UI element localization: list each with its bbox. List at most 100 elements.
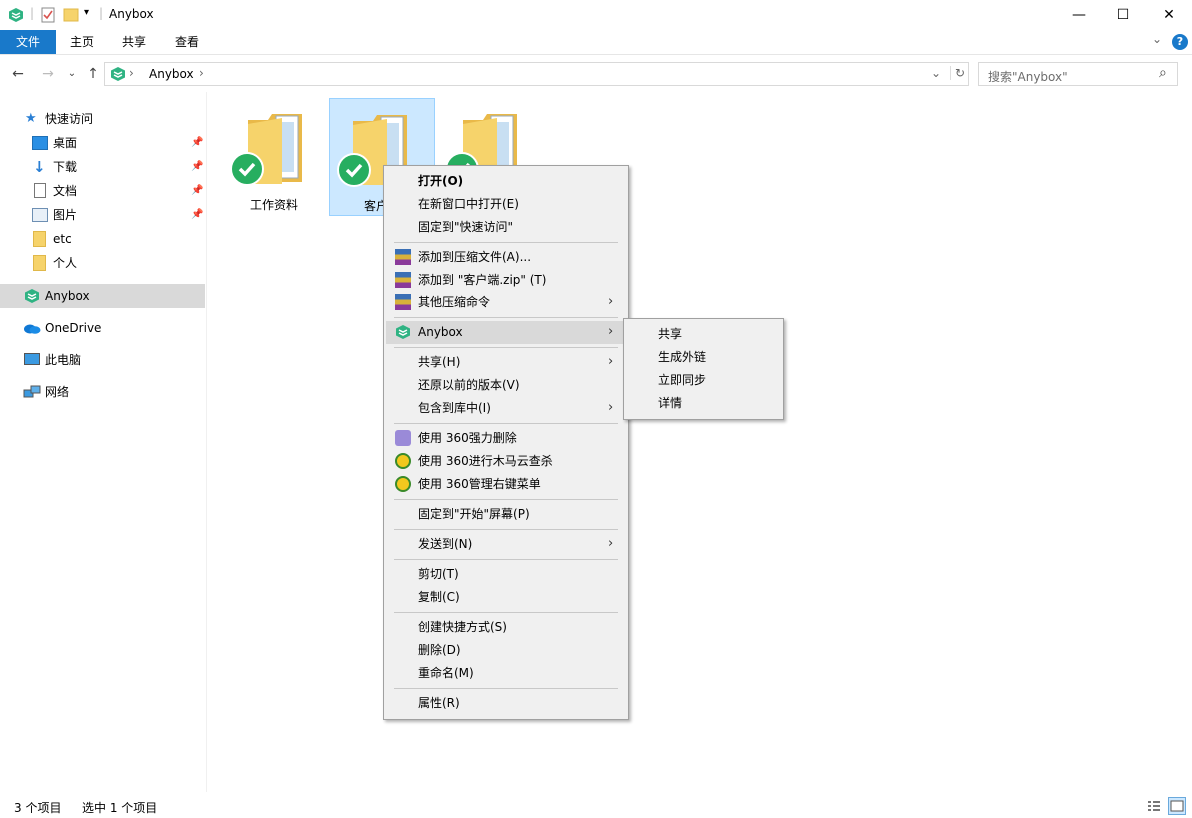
menu-item-label: 复制(C) xyxy=(418,590,460,604)
menu-item-anybox[interactable]: Anybox › xyxy=(386,321,626,344)
sidebar-item-label: OneDrive xyxy=(45,321,102,335)
breadcrumb-chevron-icon[interactable]: › xyxy=(199,66,204,80)
ribbon-expand-icon[interactable]: ⌄ xyxy=(1152,32,1162,46)
properties-quick-icon[interactable] xyxy=(40,6,56,23)
menu-separator xyxy=(394,423,618,424)
menu-separator xyxy=(394,529,618,530)
menu-item-add-to-zip[interactable]: 添加到 "客户端.zip" (T) xyxy=(386,269,626,291)
search-box[interactable]: 搜索"Anybox" ⌕ xyxy=(978,62,1178,86)
menu-separator xyxy=(394,242,618,243)
anybox-app-icon xyxy=(9,8,23,22)
menu-item-label: 固定到"开始"屏幕(P) xyxy=(418,507,530,521)
file-name[interactable]: 工作资料 xyxy=(222,196,326,213)
menu-item-label: 添加到 "客户端.zip" (T) xyxy=(418,273,547,287)
menu-item-add-archive[interactable]: 添加到压缩文件(A)... xyxy=(386,246,626,268)
anybox-icon xyxy=(25,289,39,303)
menu-item-360-delete[interactable]: 使用 360强力删除 xyxy=(386,427,626,449)
context-menu: 打开(O) 在新窗口中打开(E) 固定到"快速访问" 添加到压缩文件(A)...… xyxy=(383,165,629,720)
sidebar-item-onedrive[interactable]: OneDrive xyxy=(0,316,205,340)
menu-item-label: 创建快捷方式(S) xyxy=(418,620,507,634)
anybox-icon xyxy=(111,67,125,81)
navigation-pane: ★ 快速访问 桌面 📌 ↓ 下载 📌 文档 📌 图片 📌 etc 个人 Anyb… xyxy=(0,92,207,792)
qat-dropdown-icon[interactable]: ▾ xyxy=(84,7,89,18)
submenu-item-share[interactable]: 共享 xyxy=(626,323,781,345)
menu-separator xyxy=(394,559,618,560)
menu-item-restore-versions[interactable]: 还原以前的版本(V) xyxy=(386,374,626,396)
selection-count: 选中 1 个项目 xyxy=(82,801,158,815)
up-button[interactable]: ↑ xyxy=(83,64,103,84)
menu-item-cut[interactable]: 剪切(T) xyxy=(386,563,626,585)
menu-item-360-scan[interactable]: 使用 360进行木马云查杀 xyxy=(386,450,626,472)
tab-home[interactable]: 主页 xyxy=(60,30,104,54)
refresh-icon[interactable]: ↻ xyxy=(950,66,965,80)
sidebar-item-desktop[interactable]: 桌面 📌 xyxy=(0,131,205,155)
breadcrumb-chevron-icon[interactable]: › xyxy=(129,66,134,80)
menu-item-create-shortcut[interactable]: 创建快捷方式(S) xyxy=(386,616,626,638)
winrar-icon xyxy=(395,294,411,310)
recent-locations-button[interactable]: ⌄ xyxy=(62,64,82,84)
sidebar-item-documents[interactable]: 文档 📌 xyxy=(0,179,205,203)
sidebar-item-network[interactable]: 网络 xyxy=(0,380,205,404)
desktop-icon xyxy=(32,136,48,150)
menu-item-label: 生成外链 xyxy=(658,350,707,364)
sidebar-item-label: 文档 xyxy=(53,184,78,198)
address-bar[interactable]: › Anybox › ⌄ ↻ xyxy=(104,62,969,86)
sidebar-item-label: etc xyxy=(53,232,72,246)
new-folder-quick-icon[interactable] xyxy=(63,6,79,23)
close-button[interactable]: ✕ xyxy=(1146,0,1192,30)
sidebar-item-etc[interactable]: etc xyxy=(0,227,205,251)
menu-item-pin-start[interactable]: 固定到"开始"屏幕(P) xyxy=(386,503,626,525)
large-icons-view-icon[interactable] xyxy=(1168,797,1186,815)
menu-item-label: 其他压缩命令 xyxy=(418,295,491,309)
submenu-arrow-icon: › xyxy=(608,400,614,415)
picture-icon xyxy=(32,208,48,222)
help-icon[interactable]: ? xyxy=(1172,34,1188,50)
sidebar-item-personal[interactable]: 个人 xyxy=(0,251,205,275)
menu-item-delete[interactable]: 删除(D) xyxy=(386,639,626,661)
menu-item-open[interactable]: 打开(O) xyxy=(386,170,626,192)
360-icon xyxy=(395,453,411,469)
sidebar-item-downloads[interactable]: ↓ 下载 📌 xyxy=(0,155,205,179)
navigation-bar: ← → ⌄ ↑ › Anybox › ⌄ ↻ 搜索"Anybox" ⌕ xyxy=(0,60,1192,88)
sidebar-item-label: 此电脑 xyxy=(45,353,82,367)
menu-item-rename[interactable]: 重命名(M) xyxy=(386,662,626,684)
computer-icon xyxy=(24,353,40,365)
submenu-item-create-link[interactable]: 生成外链 xyxy=(626,346,781,368)
folder-icon xyxy=(33,255,46,271)
menu-item-pin-quick-access[interactable]: 固定到"快速访问" xyxy=(386,216,626,238)
menu-separator xyxy=(394,688,618,689)
sidebar-item-anybox[interactable]: Anybox xyxy=(0,284,205,308)
tab-file[interactable]: 文件 xyxy=(0,30,56,54)
tab-view[interactable]: 查看 xyxy=(165,30,209,54)
document-icon xyxy=(34,183,46,198)
menu-item-other-compress[interactable]: 其他压缩命令 › xyxy=(386,291,626,313)
back-button[interactable]: ← xyxy=(8,64,28,84)
sidebar-item-quick-access[interactable]: ★ 快速访问 xyxy=(0,107,205,131)
sidebar-item-this-pc[interactable]: 此电脑 xyxy=(0,348,205,372)
menu-item-360-manage[interactable]: 使用 360管理右键菜单 xyxy=(386,473,626,495)
sidebar-item-pictures[interactable]: 图片 📌 xyxy=(0,203,205,227)
address-dropdown-icon[interactable]: ⌄ xyxy=(931,66,941,80)
menu-item-properties[interactable]: 属性(R) xyxy=(386,692,626,714)
item-count: 3 个项目 xyxy=(14,801,62,815)
menu-item-copy[interactable]: 复制(C) xyxy=(386,586,626,608)
menu-separator xyxy=(394,317,618,318)
tab-share[interactable]: 共享 xyxy=(112,30,156,54)
menu-item-label: 发送到(N) xyxy=(418,537,473,551)
submenu-item-sync-now[interactable]: 立即同步 xyxy=(626,369,781,391)
minimize-button[interactable]: — xyxy=(1056,0,1102,30)
menu-item-open-new-window[interactable]: 在新窗口中打开(E) xyxy=(386,193,626,215)
breadcrumb[interactable]: Anybox xyxy=(149,67,194,81)
search-icon[interactable]: ⌕ xyxy=(1159,65,1167,81)
menu-item-label: 详情 xyxy=(658,396,683,410)
maximize-button[interactable]: ☐ xyxy=(1100,0,1146,30)
menu-item-send-to[interactable]: 发送到(N) › xyxy=(386,533,626,555)
menu-item-share[interactable]: 共享(H) › xyxy=(386,351,626,373)
submenu-item-details[interactable]: 详情 xyxy=(626,392,781,414)
forward-button[interactable]: → xyxy=(38,64,58,84)
details-view-icon[interactable] xyxy=(1146,798,1162,814)
onedrive-cloud-icon xyxy=(24,324,41,334)
search-placeholder[interactable]: 搜索"Anybox" xyxy=(988,68,1068,85)
folder-item[interactable]: 工作资料 xyxy=(222,98,328,216)
menu-item-include-library[interactable]: 包含到库中(I) › xyxy=(386,397,626,419)
